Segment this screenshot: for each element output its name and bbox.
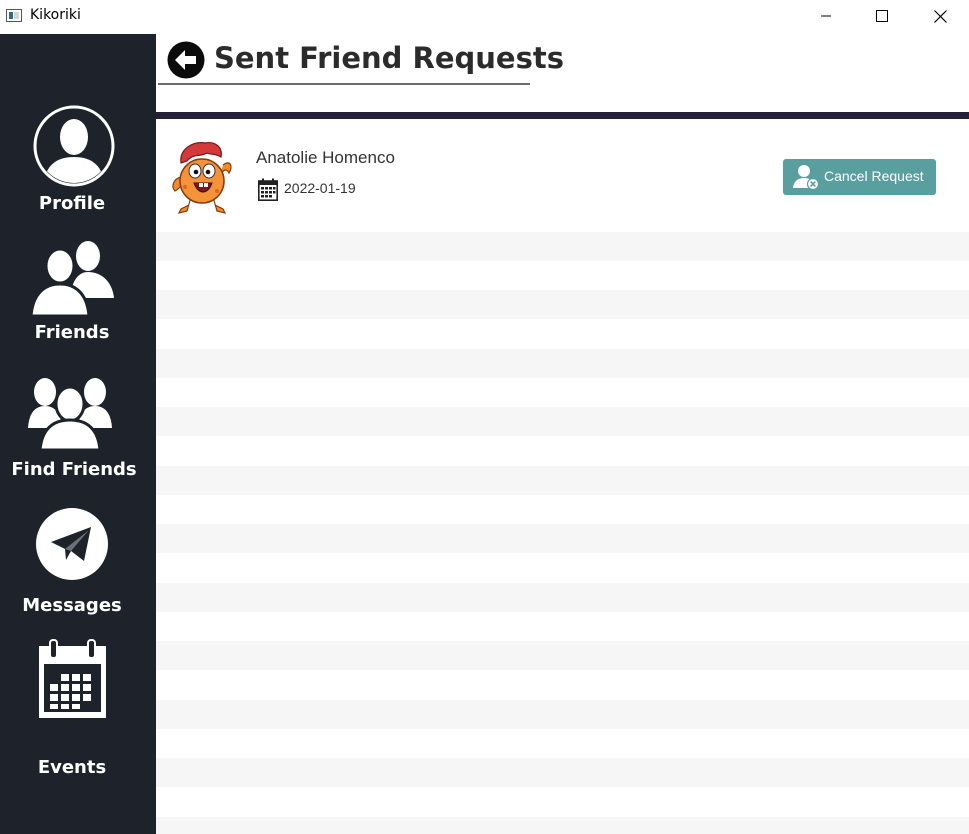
list-row-stripe [156, 700, 969, 729]
friends-icon [30, 241, 114, 316]
title-underline [158, 83, 530, 85]
list-row-stripe [156, 290, 969, 319]
maximize-icon [876, 10, 888, 22]
header-divider [156, 112, 969, 119]
avatar [172, 142, 232, 214]
list-row-stripe [156, 407, 969, 436]
page-header: Sent Friend Requests [156, 34, 969, 112]
friend-name: Anatolie Homenco [256, 148, 395, 167]
sidebar-item-friends[interactable]: Friends [0, 229, 156, 354]
calendar-icon [39, 639, 106, 718]
sidebar-item-label: Find Friends [11, 459, 137, 480]
cancel-request-label: Cancel Request [824, 168, 924, 184]
list-row-stripe [156, 524, 969, 553]
list-row-stripe [156, 758, 969, 787]
cancel-request-button[interactable]: Cancel Request [783, 159, 936, 195]
sidebar-item-label: Messages [22, 595, 122, 616]
find-friends-icon [28, 378, 112, 450]
close-button[interactable] [911, 0, 969, 32]
sidebar-item-label: Events [37, 757, 107, 778]
request-date: 2022-01-19 [284, 180, 356, 196]
sidebar-item-label: Profile [38, 193, 106, 214]
minimize-icon [821, 15, 831, 17]
paper-plane-icon [36, 508, 108, 580]
list-row-stripe [156, 817, 969, 834]
sent-requests-list: Anatolie Homenco 2022-01-19 Cancel Reque… [156, 119, 969, 834]
list-row-stripe [156, 349, 969, 378]
close-icon [933, 9, 947, 23]
sidebar-item-messages[interactable]: Messages [0, 504, 156, 624]
window-title-bar: Kikoriki [0, 0, 969, 34]
sidebar-item-label: Friends [34, 322, 110, 343]
sidebar: Profile Friends Find Friends Messages Ev… [0, 34, 156, 834]
user-remove-icon [793, 165, 820, 191]
page-title: Sent Friend Requests [214, 41, 564, 75]
profile-icon [33, 105, 115, 187]
list-row-stripe [156, 232, 969, 261]
list-row-stripe [156, 466, 969, 495]
calendar-icon [258, 178, 278, 201]
sidebar-item-profile[interactable]: Profile [0, 34, 156, 224]
list-row-stripe [156, 583, 969, 612]
list-row-stripe [156, 641, 969, 670]
sidebar-item-events[interactable]: Events [0, 634, 156, 778]
maximize-button[interactable] [853, 0, 911, 32]
minimize-button[interactable] [797, 0, 855, 32]
back-arrow-icon[interactable] [167, 41, 205, 79]
app-icon [6, 9, 22, 22]
window-title: Kikoriki [30, 7, 81, 23]
list-item: Anatolie Homenco 2022-01-19 Cancel Reque… [156, 119, 969, 231]
sidebar-item-find-friends[interactable]: Find Friends [0, 364, 156, 494]
